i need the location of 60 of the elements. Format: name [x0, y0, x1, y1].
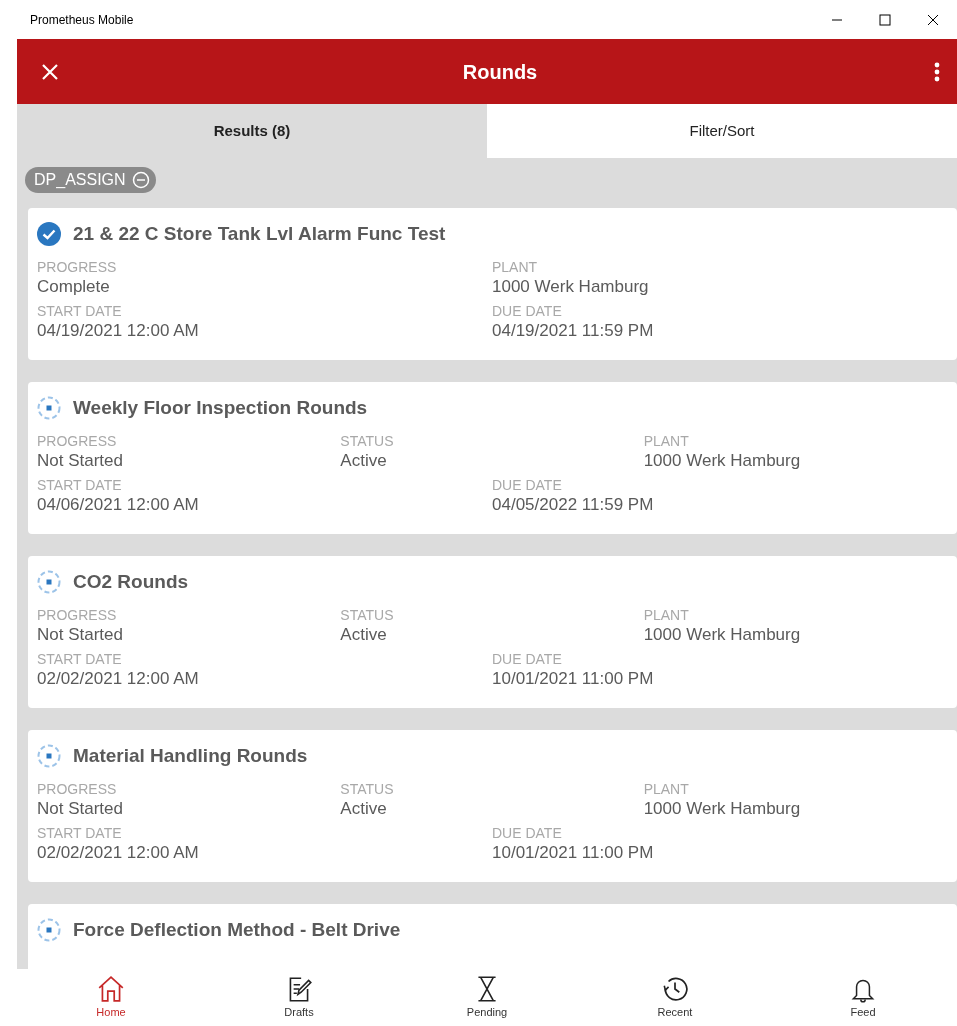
- round-title: Force Deflection Method - Belt Drive: [73, 918, 401, 942]
- field-label: DUE DATE: [492, 650, 563, 668]
- field-value: Complete: [37, 275, 111, 298]
- field-value: Active: [340, 797, 388, 820]
- field-label: PLANT: [643, 606, 690, 624]
- field-value: 04/05/2022 11:59 PM: [492, 493, 655, 516]
- field-label: PROGRESS: [37, 606, 118, 624]
- round-card[interactable]: Force Deflection Method - Belt Drive: [28, 904, 957, 969]
- field-value: 02/02/2021 12:00 AM: [37, 841, 200, 864]
- field-label: START DATE: [37, 650, 123, 668]
- field-value: 04/19/2021 12:00 AM: [37, 319, 200, 342]
- field-value: 1000 Werk Hamburg: [643, 797, 802, 820]
- dashed-circle-icon: [37, 918, 61, 943]
- page-title: Rounds: [461, 59, 539, 85]
- field-label: DUE DATE: [492, 302, 563, 320]
- field-label: PROGRESS: [37, 432, 118, 450]
- field-label: START DATE: [37, 824, 123, 842]
- field-value: 1000 Werk Hamburg: [492, 275, 650, 298]
- field-label: START DATE: [37, 476, 123, 494]
- field-label: DUE DATE: [492, 476, 563, 494]
- field-label: PROGRESS: [37, 780, 118, 798]
- field-label: STATUS: [340, 780, 395, 798]
- window-title: Prometheus Mobile: [30, 11, 134, 29]
- round-card[interactable]: CO2 Rounds PROGRESS Not Started STATUS Active PLANT 1000 Werk Hamburg START DATE 02/02/2021 12:00 AM DUE DATE 10/01/2021 11:00 PM: [28, 556, 957, 708]
- tab[interactable]: Results (8): [17, 104, 487, 158]
- field-label: PLANT: [643, 432, 690, 450]
- field-value: 10/01/2021 11:00 PM: [492, 841, 655, 864]
- home-icon: [96, 974, 126, 1005]
- field-value: Not Started: [37, 623, 124, 646]
- field-label: PROGRESS: [37, 258, 118, 276]
- field-label: STATUS: [340, 432, 395, 450]
- dashed-circle-icon: [37, 396, 61, 421]
- check-circle-icon: [37, 222, 61, 247]
- round-title: Weekly Floor Inspection Rounds: [73, 396, 368, 420]
- round-title: 21 & 22 C Store Tank Lvl Alarm Func Test: [73, 222, 446, 246]
- field-label: PLANT: [492, 258, 539, 276]
- field-value: 04/19/2021 11:59 PM: [492, 319, 655, 342]
- field-value: Not Started: [37, 797, 124, 820]
- field-value: 1000 Werk Hamburg: [643, 449, 802, 472]
- field-value: 04/06/2021 12:00 AM: [37, 493, 200, 516]
- field-value: Active: [340, 623, 388, 646]
- round-title: CO2 Rounds: [73, 570, 189, 594]
- field-label: DUE DATE: [492, 824, 563, 842]
- remove-icon[interactable]: [131, 171, 150, 189]
- field-value: Active: [340, 449, 388, 472]
- field-value: 02/02/2021 12:00 AM: [37, 667, 200, 690]
- round-title: Material Handling Rounds: [73, 744, 308, 768]
- round-card[interactable]: Material Handling Rounds PROGRESS Not Started STATUS Active PLANT 1000 Werk Hamburg START DATE 02/02/2021 12:00 AM DUE DATE 10/01/2021 11:00 PM: [28, 730, 957, 882]
- field-value: Not Started: [37, 449, 124, 472]
- close-icon[interactable]: [927, 13, 939, 26]
- round-card[interactable]: 21 & 22 C Store Tank Lvl Alarm Func Test PROGRESS Complete PLANT 1000 Werk Hamburg START DATE 04/19/2021 12:00 AM DUE DATE 04/19/2021 11:59 PM: [28, 208, 957, 360]
- field-value: 10/01/2021 11:00 PM: [492, 667, 655, 690]
- maximize-icon[interactable]: [879, 13, 891, 26]
- round-card[interactable]: Weekly Floor Inspection Rounds PROGRESS Not Started STATUS Active PLANT 1000 Werk Hamburg START DATE 04/06/2021 12:00 AM DUE DATE 04/05/2022 11:59 PM: [28, 382, 957, 534]
- field-value: 1000 Werk Hamburg: [643, 623, 802, 646]
- field-label: STATUS: [340, 606, 395, 624]
- dashed-circle-icon: [37, 570, 61, 595]
- dashed-circle-icon: [37, 744, 61, 769]
- field-label: PLANT: [643, 780, 690, 798]
- field-label: START DATE: [37, 302, 123, 320]
